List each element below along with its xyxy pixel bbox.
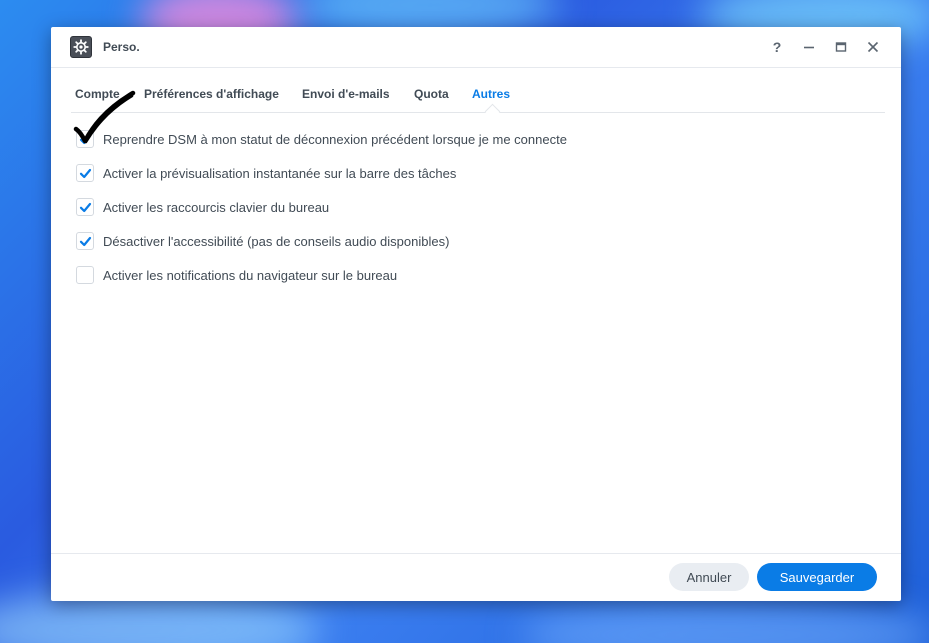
tab-bar: Compte Préférences d'affichage Envoi d'e… <box>71 68 885 120</box>
checkmark-icon <box>79 236 91 246</box>
help-button[interactable]: ? <box>767 37 787 57</box>
option-label: Désactiver l'accessibilité (pas de conse… <box>103 233 450 249</box>
personal-settings-window: Perso. ? Compte Préférences d'affichage … <box>51 27 901 601</box>
checkmark-icon <box>79 168 91 178</box>
close-icon <box>867 41 879 53</box>
option-resume-dsm: Reprendre DSM à mon statut de déconnexio… <box>76 129 876 149</box>
keyboard-shortcuts-checkbox[interactable] <box>76 198 94 216</box>
option-taskbar-preview: Activer la prévisualisation instantanée … <box>76 163 876 183</box>
tab-compte[interactable]: Compte <box>75 87 120 101</box>
maximize-icon <box>835 42 847 52</box>
option-label: Activer les raccourcis clavier du bureau <box>103 199 330 215</box>
tab-envoi-emails[interactable]: Envoi d'e-mails <box>302 87 390 101</box>
window-titlebar[interactable]: Perso. ? <box>51 27 901 68</box>
maximize-button[interactable] <box>831 37 851 57</box>
save-button[interactable]: Sauvegarder <box>757 563 877 591</box>
disable-accessibility-checkbox[interactable] <box>76 232 94 250</box>
taskbar-preview-checkbox[interactable] <box>76 164 94 182</box>
option-label: Activer la prévisualisation instantanée … <box>103 165 457 181</box>
tab-autres[interactable]: Autres <box>472 87 510 101</box>
browser-notifications-checkbox[interactable] <box>76 266 94 284</box>
close-button[interactable] <box>863 37 883 57</box>
checkmark-icon <box>79 134 91 144</box>
option-label: Activer les notifications du navigateur … <box>103 267 398 283</box>
minimize-icon <box>804 46 814 49</box>
tab-preferences-affichage[interactable]: Préférences d'affichage <box>144 87 279 101</box>
checkmark-icon <box>79 202 91 212</box>
option-label: Reprendre DSM à mon statut de déconnexio… <box>103 131 567 147</box>
option-keyboard-shortcuts: Activer les raccourcis clavier du bureau <box>76 197 876 217</box>
cancel-button[interactable]: Annuler <box>669 563 749 591</box>
active-tab-indicator <box>484 103 501 120</box>
wallpaper-streak <box>520 600 929 643</box>
option-browser-notifications: Activer les notifications du navigateur … <box>76 265 876 285</box>
minimize-button[interactable] <box>799 37 819 57</box>
desktop-background: Perso. ? Compte Préférences d'affichage … <box>0 0 929 643</box>
help-icon: ? <box>772 39 782 55</box>
option-disable-accessibility: Désactiver l'accessibilité (pas de conse… <box>76 231 876 251</box>
window-title: Perso. <box>103 40 140 54</box>
gear-settings-icon <box>70 36 92 58</box>
resume-dsm-checkbox[interactable] <box>76 130 94 148</box>
window-footer: Annuler Sauvegarder <box>51 553 901 602</box>
tab-quota[interactable]: Quota <box>414 87 449 101</box>
